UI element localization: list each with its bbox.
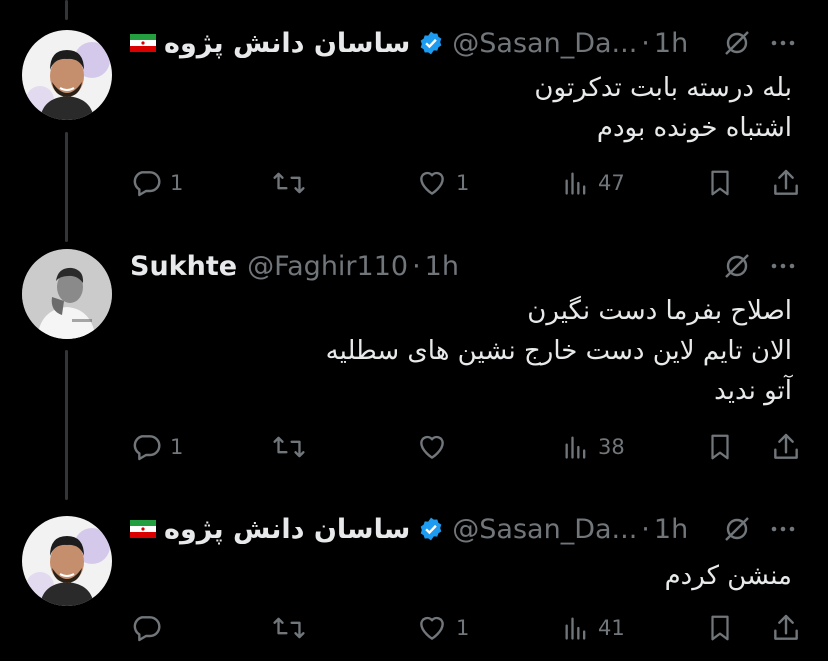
tweet-text-line: اشتباه خونده بودم [596, 113, 792, 143]
tweet-text: اصلاح بفرما دست نگیرن الان تایم لاین دست… [326, 291, 792, 411]
reply-count: 1 [170, 435, 184, 459]
avatar-sasan-image [22, 30, 112, 120]
bookmark-button[interactable] [705, 608, 735, 648]
tweet-text: بله درسته بابت تدکرتون اشتباه خونده بودم [534, 68, 792, 148]
tweet-text: منشن کردم [665, 556, 792, 596]
view-count: 47 [598, 171, 625, 195]
retweet-button[interactable] [272, 163, 314, 203]
retweet-button[interactable] [272, 608, 314, 648]
thread-line [65, 350, 68, 500]
display-name[interactable]: ساسان دانش پژوه [164, 514, 410, 545]
avatar[interactable] [22, 249, 112, 339]
tweet-text-line: آتو ندید [714, 376, 792, 406]
separator-dot: · [641, 27, 650, 59]
views-icon [565, 436, 586, 459]
grok-icon[interactable] [722, 514, 752, 544]
like-count: 1 [456, 171, 470, 195]
views-button[interactable]: 47 [562, 163, 625, 203]
share-icon [774, 614, 798, 640]
iran-flag-icon [130, 34, 156, 52]
views-button[interactable]: 38 [562, 427, 625, 467]
heart-icon [420, 435, 444, 459]
bookmark-button[interactable] [705, 427, 735, 467]
separator-dot: · [641, 513, 650, 545]
retweet-icon [273, 617, 305, 639]
reply-button[interactable]: 1 [130, 163, 183, 203]
tweet-actions: 1 38 [130, 427, 808, 467]
avatar-sukhte-image [22, 249, 112, 339]
share-icon [774, 169, 798, 195]
user-handle[interactable]: @Sasan_Da... [452, 514, 637, 545]
user-handle[interactable]: @Faghir110 [247, 251, 408, 282]
view-count: 38 [598, 435, 625, 459]
share-icon [774, 433, 798, 459]
separator-dot: · [412, 250, 421, 282]
reply-icon [133, 435, 161, 461]
user-handle[interactable]: @Sasan_Da... [452, 28, 637, 59]
like-button[interactable] [416, 427, 456, 467]
tweet[interactable]: ساسان دانش پژوه @Sasan_Da... · 1h بله در… [0, 0, 828, 225]
share-button[interactable] [770, 163, 802, 203]
timestamp[interactable]: 1h [425, 251, 459, 282]
tweet-text-line: اصلاح بفرما دست نگیرن [527, 296, 792, 326]
grok-icon[interactable] [722, 251, 752, 281]
grok-icon[interactable] [722, 28, 752, 58]
share-button[interactable] [770, 608, 802, 648]
reply-icon [133, 616, 161, 642]
tweet-header: ساسان دانش پژوه @Sasan_Da... · 1h [130, 23, 798, 63]
bookmark-icon [711, 615, 729, 641]
retweet-icon [273, 436, 305, 458]
display-name[interactable]: ساسان دانش پژوه [164, 28, 410, 59]
tweet-text-line: منشن کردم [664, 561, 792, 591]
iran-flag-icon [130, 520, 156, 538]
avatar[interactable] [22, 30, 112, 120]
views-button[interactable]: 41 [562, 608, 625, 648]
reply-button[interactable] [130, 608, 170, 648]
verified-badge-icon [418, 516, 444, 542]
tweet-actions: 1 41 [130, 608, 808, 648]
bookmark-icon [711, 434, 729, 460]
heart-icon [420, 616, 444, 640]
avatar-sasan-image [22, 516, 112, 606]
bookmark-button[interactable] [705, 163, 735, 203]
tweet-text-line: الان تایم لاین دست خارج نشین های سطلیه [325, 336, 792, 366]
view-count: 41 [598, 616, 625, 640]
views-icon [565, 172, 586, 195]
bookmark-icon [711, 170, 729, 196]
more-options-icon[interactable] [768, 251, 798, 281]
reply-button[interactable]: 1 [130, 427, 183, 467]
like-button[interactable]: 1 [416, 608, 469, 648]
tweet-header: Sukhte @Faghir110 · 1h [130, 246, 798, 286]
tweet-actions: 1 1 47 [130, 163, 808, 203]
heart-icon [420, 171, 444, 195]
reply-icon [133, 171, 161, 197]
views-icon [565, 617, 586, 640]
timestamp[interactable]: 1h [654, 514, 688, 545]
share-button[interactable] [770, 427, 802, 467]
tweet-header: ساسان دانش پژوه @Sasan_Da... · 1h [130, 509, 798, 549]
like-count: 1 [456, 616, 470, 640]
verified-badge-icon [418, 30, 444, 56]
timestamp[interactable]: 1h [654, 28, 688, 59]
avatar[interactable] [22, 516, 112, 606]
retweet-icon [273, 172, 305, 194]
display-name[interactable]: Sukhte [130, 251, 237, 282]
more-options-icon[interactable] [768, 28, 798, 58]
retweet-button[interactable] [272, 427, 314, 467]
reply-count: 1 [170, 171, 184, 195]
more-options-icon[interactable] [768, 514, 798, 544]
tweet-text-line: بله درسته بابت تدکرتون [534, 73, 792, 103]
like-button[interactable]: 1 [416, 163, 469, 203]
